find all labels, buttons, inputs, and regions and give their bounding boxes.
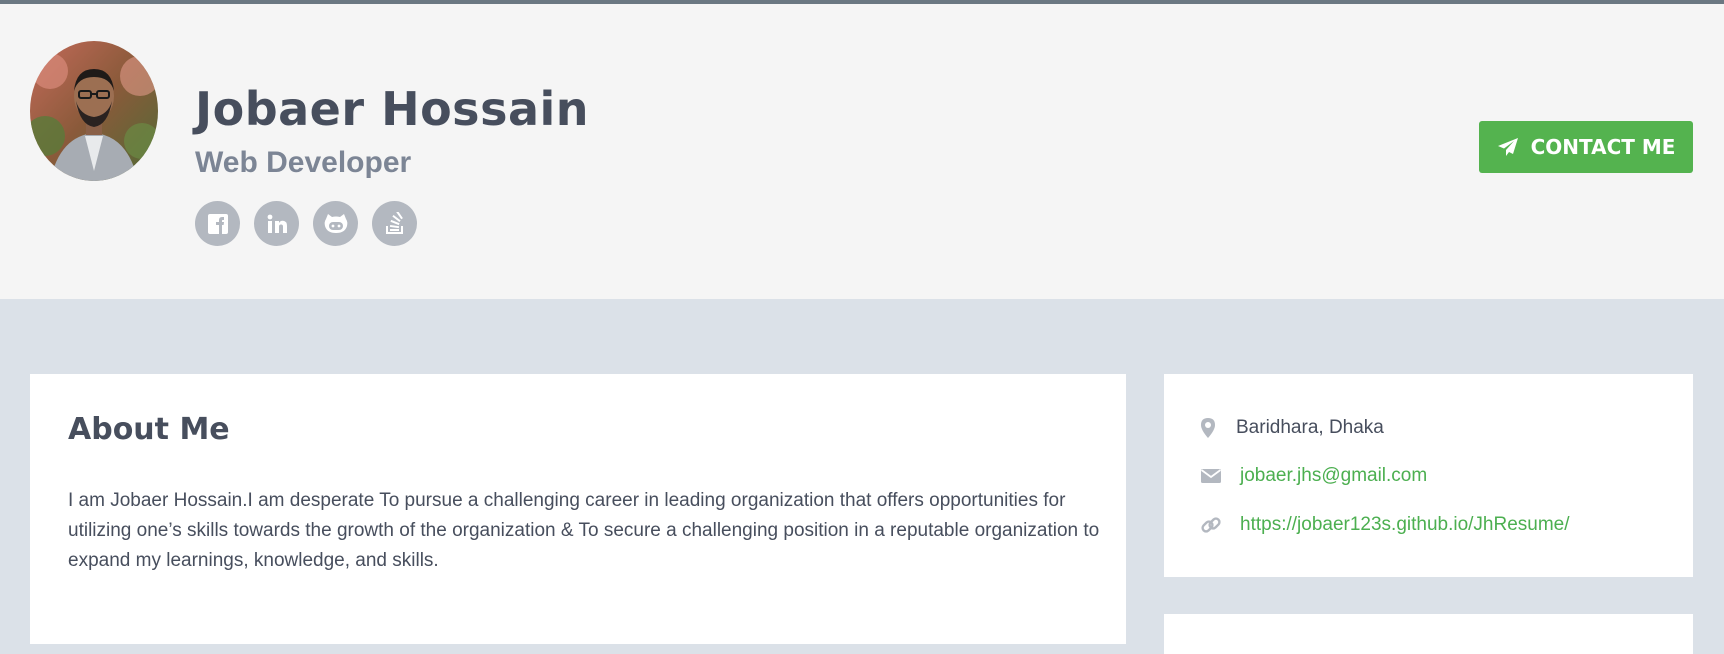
location-row: Baridhara, Dhaka	[1200, 413, 1384, 443]
contact-me-label: CONTACT ME	[1530, 135, 1676, 159]
about-card: About Me I am Jobaer Hossain.I am desper…	[30, 374, 1126, 644]
website-row: https://jobaer123s.github.io/JhResume/	[1200, 510, 1570, 540]
linkedin-link[interactable]	[254, 201, 299, 246]
email-link[interactable]: jobaer.jhs@gmail.com	[1240, 465, 1427, 487]
facebook-link[interactable]	[195, 201, 240, 246]
website-link[interactable]: https://jobaer123s.github.io/JhResume/	[1240, 514, 1570, 536]
paper-plane-icon	[1497, 138, 1518, 156]
github-icon	[324, 213, 347, 233]
avatar	[30, 41, 158, 181]
email-row: jobaer.jhs@gmail.com	[1200, 461, 1427, 491]
map-marker-icon	[1200, 413, 1236, 443]
about-heading: About Me	[68, 412, 230, 447]
contact-info-card: Baridhara, Dhaka jobaer.jhs@gmail.com ht…	[1164, 374, 1693, 577]
stackoverflow-link[interactable]	[372, 201, 417, 246]
about-text: I am Jobaer Hossain.I am desperate To pu…	[68, 490, 1100, 571]
github-link[interactable]	[313, 201, 358, 246]
facebook-icon	[207, 213, 228, 234]
envelope-icon	[1200, 461, 1236, 491]
next-card	[1164, 614, 1693, 654]
avatar-photo	[30, 41, 158, 181]
link-icon	[1200, 510, 1236, 540]
linkedin-icon	[267, 214, 287, 233]
profile-name: Jobaer Hossain	[195, 82, 590, 136]
contact-me-button[interactable]: CONTACT ME	[1479, 121, 1693, 173]
social-links	[195, 201, 417, 246]
stackoverflow-icon	[385, 211, 403, 234]
profile-header: Jobaer Hossain Web Developer CONTACT ME	[0, 4, 1724, 299]
profile-title: Web Developer	[195, 146, 412, 179]
location-text: Baridhara, Dhaka	[1236, 417, 1384, 438]
